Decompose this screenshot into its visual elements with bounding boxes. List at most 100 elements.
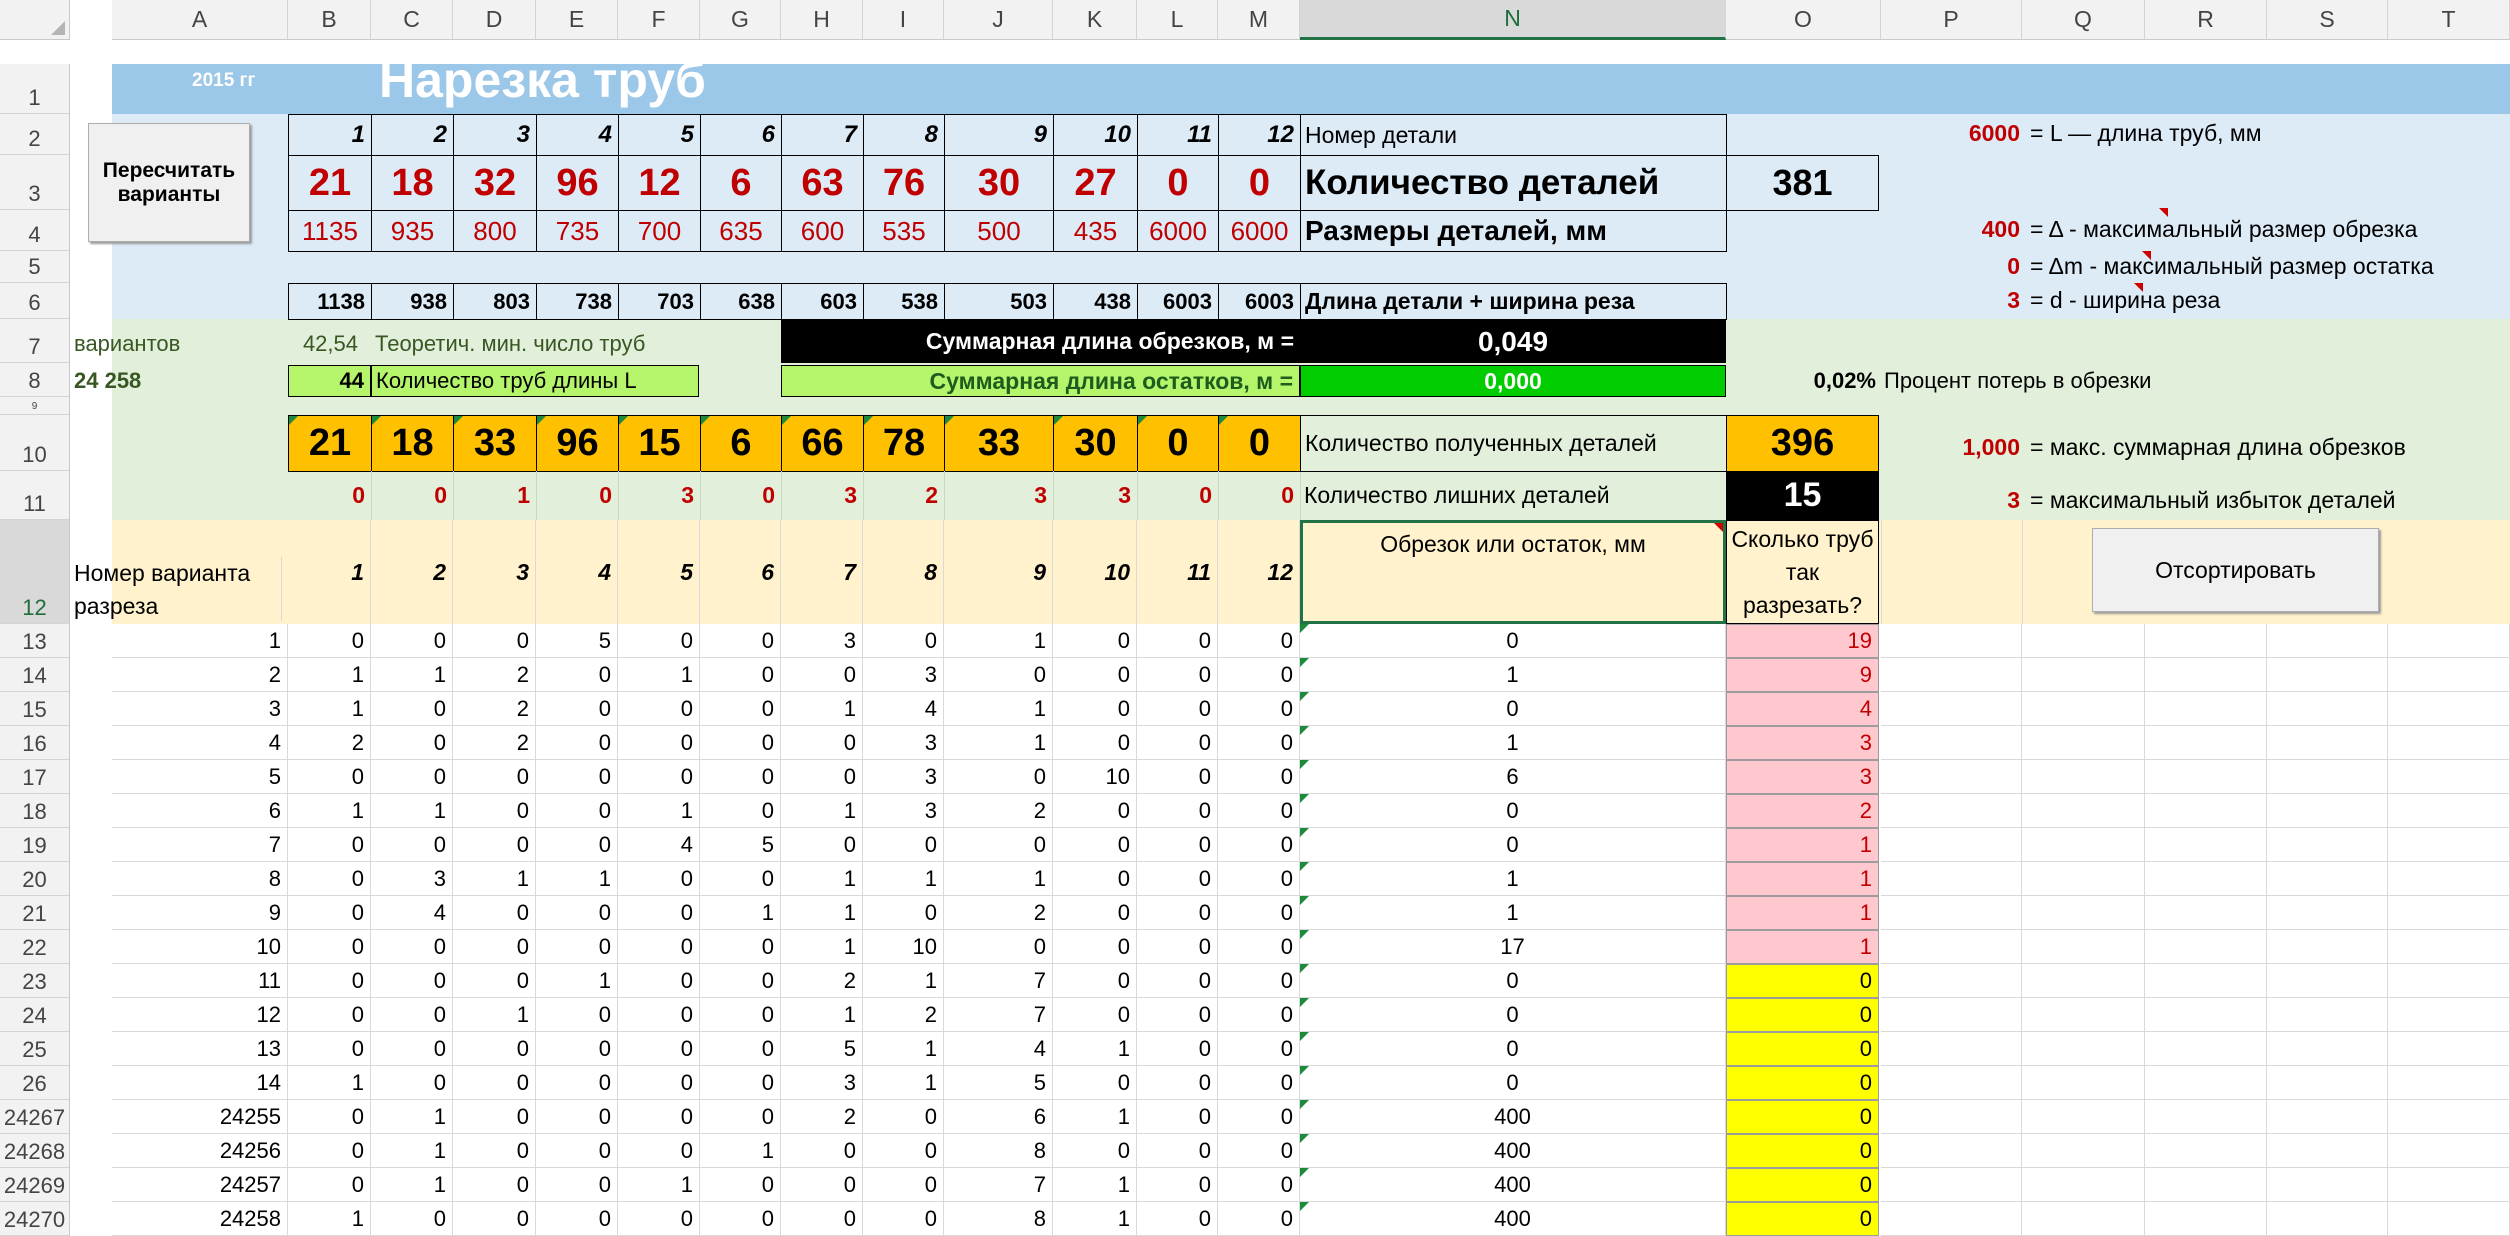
row-header-1[interactable]: 1: [0, 64, 70, 114]
row-header-5[interactable]: 5: [0, 251, 70, 283]
empty-cell[interactable]: [2022, 624, 2145, 658]
empty-cell[interactable]: [1881, 1168, 2022, 1202]
column-header-s[interactable]: S: [2267, 0, 2388, 40]
row-header-20[interactable]: 20: [0, 862, 70, 896]
empty-cell[interactable]: [2022, 828, 2145, 862]
empty-cell[interactable]: [2267, 1032, 2388, 1066]
empty-cell[interactable]: [2388, 828, 2510, 862]
empty-cell[interactable]: [2145, 1168, 2267, 1202]
column-header-d[interactable]: D: [453, 0, 536, 40]
empty-cell[interactable]: [2022, 896, 2145, 930]
variant-pipes[interactable]: 1: [1726, 896, 1879, 930]
column-header-c[interactable]: C: [371, 0, 453, 40]
empty-cell[interactable]: [2145, 1032, 2267, 1066]
row-header-15[interactable]: 15: [0, 692, 70, 726]
empty-cell[interactable]: [2267, 828, 2388, 862]
row-header-10[interactable]: 10: [0, 415, 70, 471]
recalculate-button[interactable]: Пересчитать варианты: [88, 123, 250, 242]
empty-cell[interactable]: [2022, 1202, 2145, 1236]
variant-pipes[interactable]: 1: [1726, 862, 1879, 896]
empty-cell[interactable]: [2267, 1202, 2388, 1236]
empty-cell[interactable]: [2388, 624, 2510, 658]
column-header-n[interactable]: N: [1300, 0, 1726, 40]
empty-cell[interactable]: [2145, 862, 2267, 896]
empty-cell[interactable]: [2145, 964, 2267, 998]
variant-pipes[interactable]: 1: [1726, 930, 1879, 964]
row-header-24269[interactable]: 24269: [0, 1168, 70, 1202]
row-header-9[interactable]: 9: [0, 397, 70, 415]
select-all-corner[interactable]: [0, 0, 70, 40]
empty-cell[interactable]: [1881, 794, 2022, 828]
empty-cell[interactable]: [1881, 1032, 2022, 1066]
column-header-j[interactable]: J: [944, 0, 1053, 40]
empty-cell[interactable]: [2145, 1100, 2267, 1134]
column-header-t[interactable]: T: [2388, 0, 2510, 40]
row-header-11[interactable]: 11: [0, 471, 70, 520]
empty-cell[interactable]: [2267, 794, 2388, 828]
empty-cell[interactable]: [2388, 930, 2510, 964]
empty-cell[interactable]: [1881, 1100, 2022, 1134]
row-header-22[interactable]: 22: [0, 930, 70, 964]
empty-cell[interactable]: [1881, 828, 2022, 862]
row-header-3[interactable]: 3: [0, 155, 70, 210]
empty-cell[interactable]: [2267, 1168, 2388, 1202]
variant-pipes[interactable]: 0: [1726, 1202, 1879, 1236]
empty-cell[interactable]: [2145, 794, 2267, 828]
empty-cell[interactable]: [2267, 998, 2388, 1032]
empty-cell[interactable]: [2022, 726, 2145, 760]
variant-pipes[interactable]: 0: [1726, 1134, 1879, 1168]
empty-cell[interactable]: [2145, 692, 2267, 726]
empty-cell[interactable]: [2145, 896, 2267, 930]
empty-cell[interactable]: [2388, 726, 2510, 760]
empty-cell[interactable]: [1881, 1202, 2022, 1236]
variant-pipes[interactable]: 0: [1726, 1100, 1879, 1134]
empty-cell[interactable]: [1881, 760, 2022, 794]
empty-cell[interactable]: [2267, 1066, 2388, 1100]
empty-cell[interactable]: [2022, 1066, 2145, 1100]
variant-pipes[interactable]: 2: [1726, 794, 1879, 828]
column-header-k[interactable]: K: [1053, 0, 1137, 40]
empty-cell[interactable]: [2022, 760, 2145, 794]
column-header-p[interactable]: P: [1881, 0, 2022, 40]
row-header-6[interactable]: 6: [0, 283, 70, 319]
empty-cell[interactable]: [1881, 624, 2022, 658]
row-header-24267[interactable]: 24267: [0, 1100, 70, 1134]
empty-cell[interactable]: [2388, 1100, 2510, 1134]
empty-cell[interactable]: [2267, 658, 2388, 692]
empty-cell[interactable]: [2022, 692, 2145, 726]
variant-pipes[interactable]: 3: [1726, 726, 1879, 760]
empty-cell[interactable]: [2388, 658, 2510, 692]
empty-cell[interactable]: [2267, 624, 2388, 658]
empty-cell[interactable]: [2267, 760, 2388, 794]
empty-cell[interactable]: [2267, 896, 2388, 930]
empty-cell[interactable]: [2267, 862, 2388, 896]
variant-pipes[interactable]: 0: [1726, 998, 1879, 1032]
row-header-14[interactable]: 14: [0, 658, 70, 692]
empty-cell[interactable]: [2388, 1066, 2510, 1100]
empty-cell[interactable]: [1881, 1134, 2022, 1168]
column-header-f[interactable]: F: [618, 0, 700, 40]
variant-pipes[interactable]: 0: [1726, 1032, 1879, 1066]
empty-cell[interactable]: [2022, 658, 2145, 692]
empty-cell[interactable]: [2145, 930, 2267, 964]
empty-cell[interactable]: [2145, 760, 2267, 794]
row-header-18[interactable]: 18: [0, 794, 70, 828]
empty-cell[interactable]: [2388, 896, 2510, 930]
row-header-17[interactable]: 17: [0, 760, 70, 794]
empty-cell[interactable]: [2145, 998, 2267, 1032]
empty-cell[interactable]: [2022, 794, 2145, 828]
empty-cell[interactable]: [2145, 1202, 2267, 1236]
empty-cell[interactable]: [2022, 1168, 2145, 1202]
empty-cell[interactable]: [2267, 1134, 2388, 1168]
empty-cell[interactable]: [1881, 896, 2022, 930]
empty-cell[interactable]: [1881, 658, 2022, 692]
scrap-header[interactable]: Обрезок или остаток, мм: [1300, 520, 1726, 624]
variant-pipes[interactable]: 1: [1726, 828, 1879, 862]
column-header-m[interactable]: M: [1218, 0, 1300, 40]
empty-cell[interactable]: [1881, 1066, 2022, 1100]
empty-cell[interactable]: [2388, 794, 2510, 828]
column-header-a[interactable]: A: [112, 0, 288, 40]
variant-pipes[interactable]: 9: [1726, 658, 1879, 692]
column-header-h[interactable]: H: [781, 0, 863, 40]
variant-pipes[interactable]: 19: [1726, 624, 1879, 658]
